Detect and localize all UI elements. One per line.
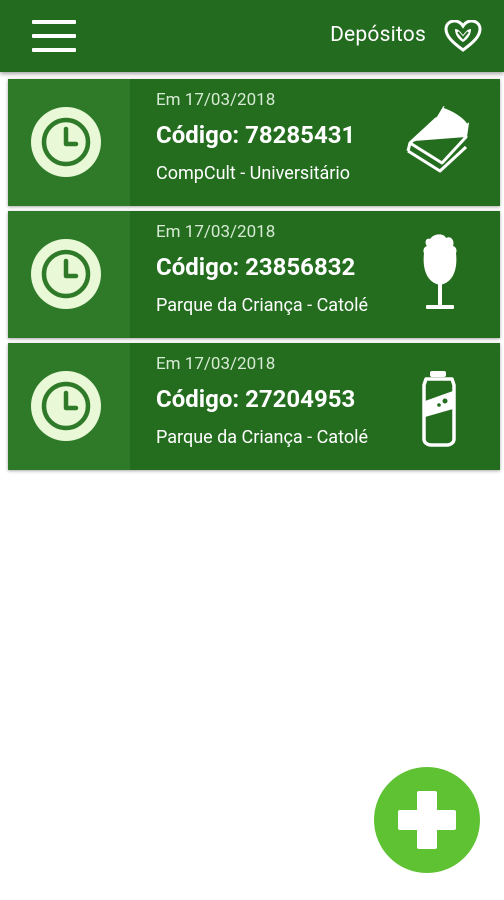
- deposit-location: Parque da Criança - Catolé: [156, 295, 369, 316]
- can-icon: [422, 371, 456, 447]
- deposit-date: Em 17/03/2018: [156, 90, 276, 110]
- app-bar: Depósitos: [0, 0, 504, 72]
- heart-logo-icon[interactable]: [444, 20, 482, 52]
- clock-icon: [31, 239, 101, 309]
- glass-icon: [423, 234, 457, 309]
- plus-icon: [398, 791, 456, 849]
- add-deposit-button[interactable]: [374, 767, 480, 873]
- deposit-code: Código: 23856832: [156, 253, 356, 281]
- paper-icon: [406, 106, 469, 173]
- deposit-code: Código: 27204953: [156, 385, 356, 413]
- card-status-panel: [8, 79, 130, 206]
- deposit-location: CompCult - Universitário: [156, 163, 351, 184]
- card-status-panel: [8, 343, 130, 470]
- card-status-panel: [8, 211, 130, 338]
- clock-icon: [31, 371, 101, 441]
- deposit-card[interactable]: Em 17/03/2018 Código: 27204953 Parque da…: [8, 343, 500, 470]
- deposit-date: Em 17/03/2018: [156, 354, 276, 374]
- deposit-date: Em 17/03/2018: [156, 222, 276, 242]
- deposit-code: Código: 78285431: [156, 121, 356, 149]
- menu-button[interactable]: [26, 14, 82, 58]
- deposit-list: Em 17/03/2018 Código: 78285431 CompCult …: [8, 79, 500, 475]
- deposit-card[interactable]: Em 17/03/2018 Código: 78285431 CompCult …: [8, 79, 500, 206]
- clock-icon: [31, 107, 101, 177]
- page-title: Depósitos: [330, 23, 426, 47]
- deposit-location: Parque da Criança - Catolé: [156, 427, 369, 448]
- deposit-card[interactable]: Em 17/03/2018 Código: 23856832 Parque da…: [8, 211, 500, 338]
